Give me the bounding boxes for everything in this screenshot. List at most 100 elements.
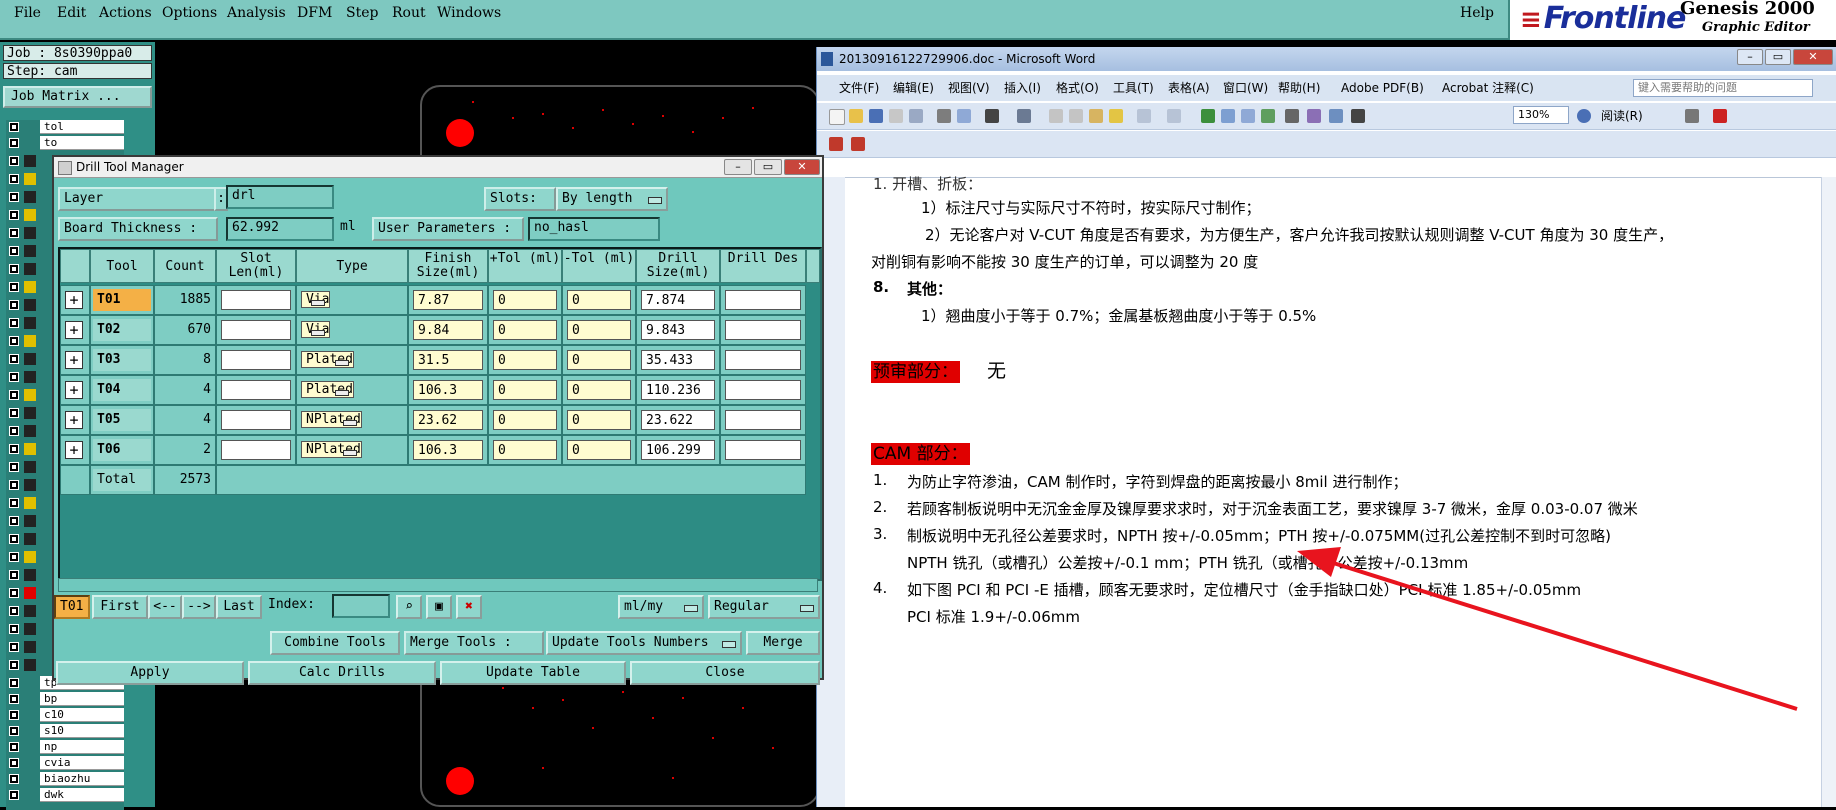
expand-plus-icon[interactable]: + (65, 411, 83, 429)
drill-des-input[interactable] (725, 440, 801, 460)
copy-icon[interactable] (1069, 109, 1083, 123)
paste-icon[interactable] (1089, 109, 1103, 123)
drill-size-input[interactable]: 35.433 (641, 350, 715, 370)
checkbox-icon[interactable] (9, 336, 19, 346)
menu-rout[interactable]: Rout (392, 5, 426, 21)
checkbox-icon[interactable] (9, 444, 19, 454)
maximize-icon[interactable]: ▭ (754, 159, 782, 175)
layer-row[interactable]: s10 (6, 724, 124, 738)
document-map-icon[interactable] (1329, 109, 1343, 123)
checkbox-icon[interactable] (9, 588, 19, 598)
word-menu-view[interactable]: 视图(V) (948, 75, 990, 101)
merge-button[interactable]: Merge (746, 631, 820, 655)
tool-cell[interactable]: T05 (90, 405, 154, 435)
email-icon[interactable] (909, 109, 923, 123)
finish-input[interactable]: 106.3 (413, 380, 483, 400)
last-button[interactable]: Last (216, 595, 262, 619)
drill-des-input[interactable] (725, 320, 801, 340)
checkbox-icon[interactable] (9, 156, 19, 166)
next-button[interactable]: --> (182, 595, 216, 619)
checkbox-icon[interactable] (9, 552, 19, 562)
menu-windows[interactable]: Windows (437, 5, 501, 21)
para-icon[interactable] (1685, 109, 1699, 123)
slots-select[interactable]: By length (556, 187, 668, 211)
checkbox-icon[interactable] (9, 462, 19, 472)
finish-input[interactable]: 31.5 (413, 350, 483, 370)
plus-tol-input[interactable]: 0 (493, 320, 557, 340)
index-input[interactable] (332, 594, 390, 618)
new-doc-icon[interactable] (829, 109, 845, 125)
drill-size-input[interactable]: 7.874 (641, 290, 715, 310)
highlight-icon[interactable]: ▣ (426, 595, 452, 619)
job-matrix-button[interactable]: Job Matrix ... (3, 86, 152, 108)
print-icon[interactable] (937, 109, 951, 123)
layer-row[interactable]: dwk (6, 788, 124, 802)
plus-tol-input[interactable]: 0 (493, 410, 557, 430)
word-menu-format[interactable]: 格式(O) (1056, 75, 1099, 101)
slot-len-input[interactable] (221, 380, 291, 400)
checkbox-icon[interactable] (9, 264, 19, 274)
minimize-icon[interactable]: – (724, 159, 752, 175)
drill-size-input[interactable]: 23.622 (641, 410, 715, 430)
expand-plus-icon[interactable]: + (65, 441, 83, 459)
checkbox-icon[interactable] (9, 742, 19, 752)
hyperlink-icon[interactable] (1201, 109, 1215, 123)
checkbox-icon[interactable] (9, 516, 19, 526)
minus-tol-input[interactable]: 0 (567, 410, 631, 430)
print-preview-icon[interactable] (957, 109, 971, 123)
checkbox-icon[interactable] (9, 570, 19, 580)
checkbox-icon[interactable] (9, 408, 19, 418)
mode-select[interactable]: Regular (708, 595, 820, 619)
format-painter-icon[interactable] (1109, 109, 1123, 123)
tool-cell[interactable]: T06 (90, 435, 154, 465)
columns-icon[interactable] (1285, 109, 1299, 123)
menu-actions[interactable]: Actions (99, 5, 152, 21)
drill-des-input[interactable] (725, 410, 801, 430)
checkbox-icon[interactable] (9, 726, 19, 736)
word-menu-help[interactable]: 帮助(H) (1278, 75, 1320, 101)
checkbox-icon[interactable] (9, 174, 19, 184)
zoom-select[interactable]: 130% (1513, 106, 1569, 124)
layer-row[interactable]: cvia (6, 756, 124, 770)
tables-borders-icon[interactable] (1221, 109, 1235, 123)
checkbox-icon[interactable] (9, 354, 19, 364)
calc-drills-button[interactable]: Calc Drills (248, 661, 436, 685)
layer-row[interactable]: bp (6, 692, 124, 706)
checkbox-icon[interactable] (9, 122, 19, 132)
minus-tol-input[interactable]: 0 (567, 320, 631, 340)
type-select[interactable]: NPlated (301, 441, 362, 458)
layer-row[interactable]: np (6, 740, 124, 754)
checkbox-icon[interactable] (9, 678, 19, 688)
drill-des-input[interactable] (725, 380, 801, 400)
checkbox-icon[interactable] (9, 282, 19, 292)
expand-plus-icon[interactable]: + (65, 321, 83, 339)
checkbox-icon[interactable] (9, 228, 19, 238)
word-menu-file[interactable]: 文件(F) (839, 75, 879, 101)
word-menu-adobe-pdf[interactable]: Adobe PDF(B) (1341, 75, 1424, 101)
menu-step[interactable]: Step (346, 5, 378, 21)
menu-analysis[interactable]: Analysis (227, 5, 286, 21)
tool-cell[interactable]: T02 (90, 315, 154, 345)
menu-options[interactable]: Options (162, 5, 217, 21)
help-search-input[interactable]: 键入需要帮助的问题 (1633, 79, 1813, 97)
update-table-button[interactable]: Update Table (440, 661, 626, 685)
checkbox-icon[interactable] (9, 606, 19, 616)
word-menu-tools[interactable]: 工具(T) (1113, 75, 1154, 101)
plus-tol-input[interactable]: 0 (493, 440, 557, 460)
drill-size-input[interactable]: 110.236 (641, 380, 715, 400)
checkbox-icon[interactable] (9, 390, 19, 400)
layer-row[interactable]: biaozhu (6, 772, 124, 786)
plus-tol-input[interactable]: 0 (493, 350, 557, 370)
unit-select[interactable]: ml/my (618, 595, 704, 619)
spelling-icon[interactable] (1017, 109, 1031, 123)
menu-help[interactable]: Help (1460, 5, 1494, 21)
help-icon[interactable] (1577, 109, 1591, 123)
layer-field[interactable]: drl (226, 185, 334, 209)
word-menu-acrobat[interactable]: Acrobat 注释(C) (1442, 75, 1534, 101)
finish-input[interactable]: 106.3 (413, 440, 483, 460)
type-select[interactable]: Via (301, 291, 331, 308)
expand-plus-icon[interactable]: + (65, 381, 83, 399)
checkbox-icon[interactable] (9, 710, 19, 720)
prev-button[interactable]: <-- (148, 595, 182, 619)
slot-len-input[interactable] (221, 440, 291, 460)
